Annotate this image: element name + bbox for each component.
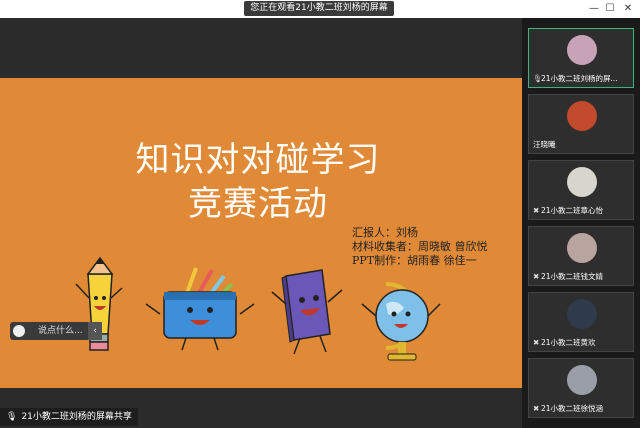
participant-tile[interactable]: ✖ 21小教二班章心怡: [528, 160, 634, 220]
book-illustration: [271, 269, 343, 355]
avatar: [567, 101, 597, 131]
participant-tile[interactable]: 🎙21小教二班刘杨的屏...: [528, 28, 634, 88]
collapse-chevron-icon[interactable]: ‹: [88, 322, 102, 340]
avatar: [567, 299, 597, 329]
microphone-muted-icon: ✖: [533, 206, 540, 215]
avatar: [567, 35, 597, 65]
title-bar: 您正在观看21小教二班刘杨的屏幕 — ☐ ✕: [0, 0, 640, 18]
avatar: [567, 233, 597, 263]
participant-name: 21小教二班徐悦涵: [541, 404, 604, 413]
participant-name: 21小教二班钱文婧: [541, 272, 604, 281]
participant-name: 汪晓曦: [533, 140, 556, 149]
participant-tile[interactable]: ✖ 21小教二班钱文婧: [528, 226, 634, 286]
participant-tile[interactable]: ✖ 21小教二班黄欢: [528, 292, 634, 352]
microphone-icon: 🎙: [533, 74, 543, 83]
smiley-icon[interactable]: [13, 325, 25, 337]
participant-tile[interactable]: 汪晓曦: [528, 94, 634, 154]
avatar: [567, 365, 597, 395]
share-owner-text: 21小教二班刘杨的屏幕共享: [21, 412, 132, 422]
participant-tile[interactable]: ✖ 21小教二班徐悦涵: [528, 358, 634, 418]
participant-name: 21小教二班章心怡: [541, 206, 604, 215]
microphone-icon: 🎙: [6, 412, 18, 422]
minimize-button[interactable]: —: [586, 2, 602, 15]
pencil-case-illustration: [145, 267, 255, 351]
avatar: [567, 167, 597, 197]
slide-illustrations: [75, 256, 441, 361]
chat-placeholder[interactable]: 说点什么...: [38, 322, 83, 340]
participant-sidebar: 🎙21小教二班刘杨的屏... 汪晓曦 ✖ 21小教二班章心怡 ✖ 21小教二班钱文婧…: [522, 18, 640, 428]
participant-name: 21小教二班刘杨的屏...: [541, 74, 618, 83]
maximize-button[interactable]: ☐: [602, 2, 618, 15]
presentation-slide: 知识对对碰学习 竞赛活动 汇报人：刘杨 材料收集者：周晓敏 曾欣悦 PPT制作：…: [0, 78, 522, 388]
microphone-muted-icon: ✖: [533, 338, 540, 347]
meeting-window: 您正在观看21小教二班刘杨的屏幕 — ☐ ✕ 知识对对碰学习 竞赛活动 汇报人：…: [0, 0, 640, 428]
microphone-muted-icon: ✖: [533, 404, 540, 413]
microphone-muted-icon: ✖: [533, 272, 540, 281]
chat-input-bar[interactable]: 说点什么... ‹: [10, 322, 102, 340]
participant-name: 21小教二班黄欢: [541, 338, 596, 347]
share-owner-label: 🎙 21小教二班刘杨的屏幕共享: [0, 408, 138, 426]
window-title: 您正在观看21小教二班刘杨的屏幕: [244, 1, 394, 16]
screen-share-area: 知识对对碰学习 竞赛活动 汇报人：刘杨 材料收集者：周晓敏 曾欣悦 PPT制作：…: [0, 18, 522, 428]
globe-illustration: [361, 282, 441, 361]
close-button[interactable]: ✕: [620, 2, 636, 15]
